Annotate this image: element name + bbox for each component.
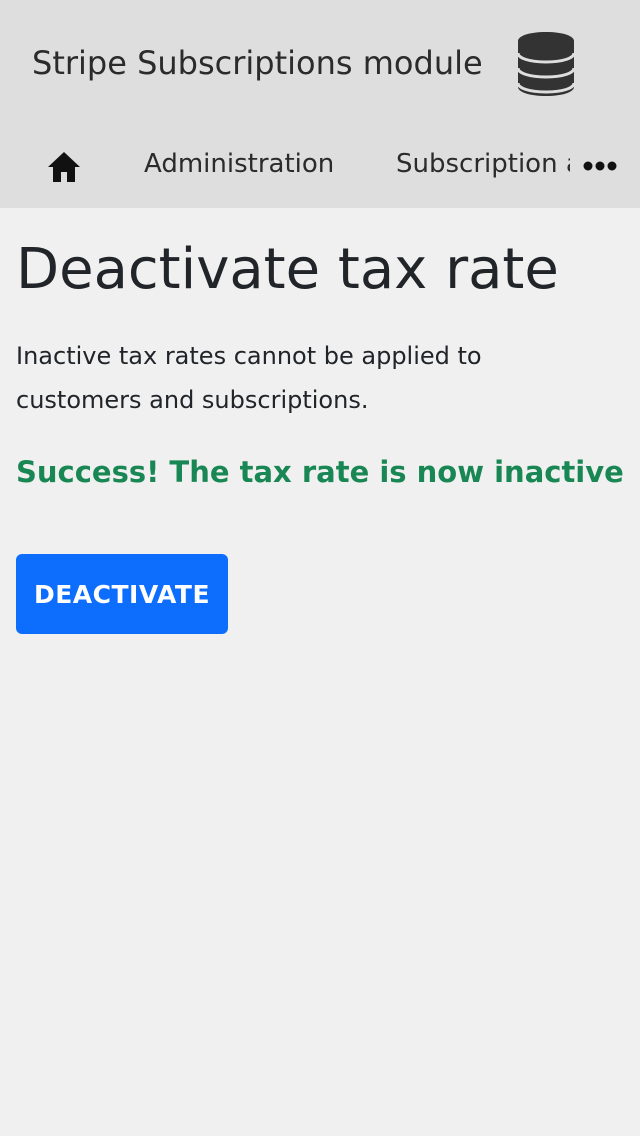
nav-item-subscription-admin[interactable]: Subscription admin <box>396 148 570 180</box>
nav-item-administration[interactable]: Administration <box>144 148 334 180</box>
page-title: Deactivate tax rate <box>16 237 559 302</box>
app-title: Stripe Subscriptions module <box>32 44 483 82</box>
main-nav: Administration Subscription admin <box>0 128 640 208</box>
database-icon <box>516 32 576 96</box>
app-header: Stripe Subscriptions module Administrati… <box>0 0 640 208</box>
deactivate-button[interactable]: DEACTIVATE <box>16 554 228 634</box>
more-horizontal-icon[interactable] <box>578 154 622 178</box>
success-message: Success! The tax rate is now inactive <box>16 455 624 489</box>
home-icon[interactable] <box>46 150 82 184</box>
page-description: Inactive tax rates cannot be applied to … <box>16 342 482 414</box>
